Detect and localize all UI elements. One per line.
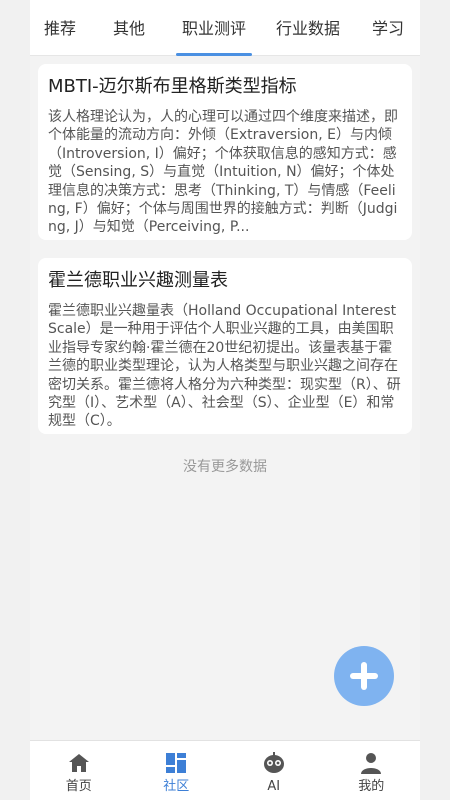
tab-other[interactable]: 其他 <box>90 0 168 56</box>
card-description: 霍兰德职业兴趣量表（Holland Occupational Interest … <box>48 303 401 430</box>
tab-study[interactable]: 学习 <box>356 0 420 56</box>
card-title: 霍兰德职业兴趣测量表 <box>48 270 228 291</box>
tab-industry-data[interactable]: 行业数据 <box>260 0 356 56</box>
nav-label: 社区 <box>163 779 190 794</box>
assessment-card-holland[interactable]: 霍兰德职业兴趣测量表 霍兰德职业兴趣量表（Holland Occupationa… <box>38 258 412 434</box>
add-post-button[interactable] <box>334 646 394 706</box>
tab-career-assessment[interactable]: 职业测评 <box>168 0 260 56</box>
app-screen: 推荐 其他 职业测评 行业数据 学习 MBTI-迈尔斯布里格斯类型指标 该人格理… <box>30 0 420 800</box>
nav-item-community[interactable]: 社区 <box>128 741 226 800</box>
card-description: 该人格理论认为，人的心理可以通过四个维度来描述，即个体能量的流动方向：外倾（Ex… <box>48 109 398 236</box>
bottom-navigation: 首页 社区 AI 我的 <box>30 740 420 800</box>
robot-icon <box>262 751 286 775</box>
category-tabs: 推荐 其他 职业测评 行业数据 学习 <box>30 0 420 56</box>
plus-icon <box>350 662 378 690</box>
nav-item-ai[interactable]: AI <box>225 741 323 800</box>
nav-label: 首页 <box>65 779 92 794</box>
nav-item-me[interactable]: 我的 <box>323 741 421 800</box>
assessment-card-mbti[interactable]: MBTI-迈尔斯布里格斯类型指标 该人格理论认为，人的心理可以通过四个维度来描述… <box>38 64 412 240</box>
community-icon <box>164 751 188 775</box>
card-title: MBTI-迈尔斯布里格斯类型指标 <box>48 76 297 97</box>
nav-label: 我的 <box>358 779 385 794</box>
home-icon <box>67 751 91 775</box>
nav-label: AI <box>267 779 281 794</box>
tab-recommend[interactable]: 推荐 <box>30 0 90 56</box>
nav-item-home[interactable]: 首页 <box>30 741 128 800</box>
no-more-data-text: 没有更多数据 <box>183 459 267 475</box>
user-icon <box>359 751 383 775</box>
